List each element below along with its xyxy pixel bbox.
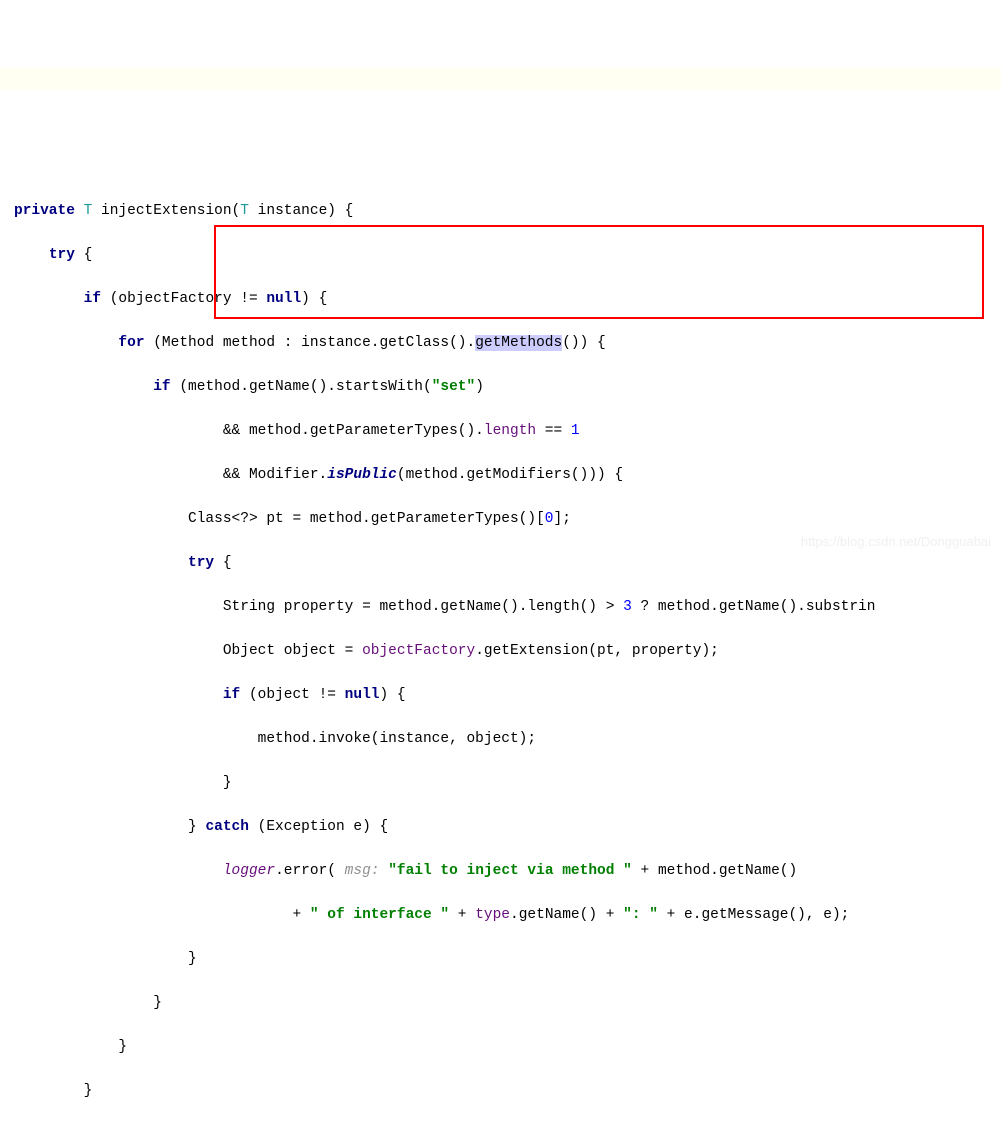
code-line: if (method.getName().startsWith("set") (0, 376, 1001, 398)
code-line: for (Method method : instance.getClass()… (0, 332, 1001, 354)
highlight-box (214, 225, 984, 319)
code-line: private T injectExtension(T instance) { (0, 200, 1001, 222)
code-line: } (0, 1080, 1001, 1102)
code-line: } (0, 948, 1001, 970)
code-line: Class<?> pt = method.getParameterTypes()… (0, 508, 1001, 530)
code-line: String property = method.getName().lengt… (0, 596, 1001, 618)
code-line: try { (0, 552, 1001, 574)
code-line: logger.error( msg: "fail to inject via m… (0, 860, 1001, 882)
code-line: } (0, 1036, 1001, 1058)
code-line: } (0, 772, 1001, 794)
code-line: if (object != null) { (0, 684, 1001, 706)
code-line: } catch (Exception e) { (0, 816, 1001, 838)
code-line: && Modifier.isPublic(method.getModifiers… (0, 464, 1001, 486)
code-line: method.invoke(instance, object); (0, 728, 1001, 750)
code-line: + " of interface " + type.getName() + ":… (0, 904, 1001, 926)
code-line: Object object = objectFactory.getExtensi… (0, 640, 1001, 662)
code-line: && method.getParameterTypes().length == … (0, 420, 1001, 442)
code-line: } (0, 992, 1001, 1014)
